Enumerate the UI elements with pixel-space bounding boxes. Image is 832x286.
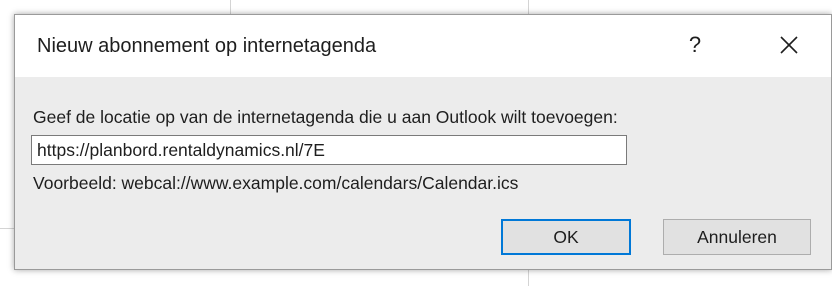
subscription-dialog: Nieuw abonnement op internetagenda ? Gee… xyxy=(14,14,832,270)
grid-line xyxy=(0,228,14,229)
grid-line xyxy=(230,0,231,14)
grid-line xyxy=(528,270,529,286)
close-icon xyxy=(780,36,798,54)
cancel-button[interactable]: Annuleren xyxy=(663,219,811,255)
help-button[interactable]: ? xyxy=(675,27,715,63)
location-prompt-label: Geef de locatie op van de internetagenda… xyxy=(33,107,618,127)
grid-line xyxy=(528,0,529,14)
close-button[interactable] xyxy=(767,25,811,65)
dialog-titlebar: Nieuw abonnement op internetagenda ? xyxy=(15,15,831,77)
calendar-url-input[interactable] xyxy=(31,135,627,165)
ok-button[interactable]: OK xyxy=(501,219,631,255)
dialog-title: Nieuw abonnement op internetagenda xyxy=(37,35,377,57)
dialog-body: Geef de locatie op van de internetagenda… xyxy=(15,77,831,271)
example-label: Voorbeeld: webcal://www.example.com/cale… xyxy=(33,173,519,193)
